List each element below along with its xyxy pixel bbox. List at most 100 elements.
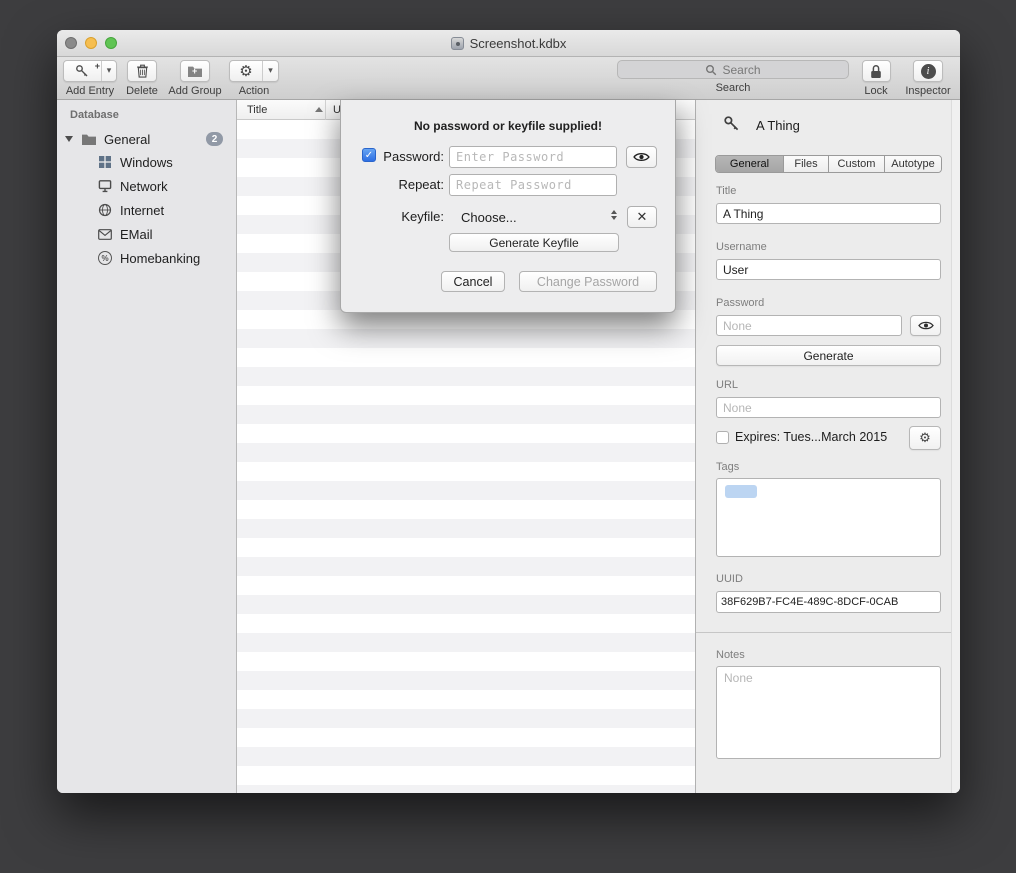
eye-icon (918, 320, 934, 331)
sidebar: Database General 2 Windows (57, 100, 237, 793)
inspector-item: i Inspector (898, 60, 958, 97)
url-field[interactable] (716, 397, 941, 418)
add-group-label: Add Group (163, 85, 227, 97)
toolbar: + ▾ Add Entry Delete (57, 57, 960, 100)
sidebar-item-label: Network (120, 179, 168, 194)
sidebar-item-homebanking[interactable]: % Homebanking (57, 248, 236, 268)
envelope-icon (98, 229, 112, 240)
close-x-icon: ✕ (637, 211, 648, 224)
sidebar-item-label: EMail (120, 227, 153, 242)
delete-item: Delete (123, 60, 161, 97)
chevron-down-icon: ▾ (268, 67, 273, 76)
generate-password-button[interactable]: Generate (716, 345, 941, 366)
tags-box[interactable] (716, 478, 941, 557)
lock-item: Lock (858, 60, 894, 97)
password-input[interactable] (449, 146, 617, 168)
username-field-label: Username (716, 241, 767, 253)
disclosure-triangle-icon[interactable] (65, 136, 73, 142)
add-entry-button[interactable]: + ▾ (63, 60, 117, 82)
clear-keyfile-button[interactable]: ✕ (627, 206, 657, 228)
tag-pill[interactable] (725, 485, 757, 498)
add-entry-item: + ▾ Add Entry (61, 60, 119, 97)
window-title: Screenshot.kdbx (470, 36, 567, 51)
title-field-label: Title (716, 185, 736, 197)
repeat-input[interactable] (449, 174, 617, 196)
inspector-button[interactable]: i (913, 60, 943, 82)
inspector-panel: A Thing General Files Custom Autotype Ti… (695, 100, 960, 793)
password-field-label: Password (716, 297, 764, 309)
repeat-label: Repeat: (341, 177, 444, 192)
lock-icon (870, 64, 882, 79)
tab-autotype[interactable]: Autotype (885, 156, 941, 172)
entry-count-badge: 2 (206, 132, 223, 146)
divider (696, 632, 960, 633)
expires-checkbox[interactable] (716, 431, 729, 444)
key-icon (723, 115, 741, 133)
delete-button[interactable] (127, 60, 157, 82)
add-entry-dropdown[interactable]: ▾ (102, 61, 116, 81)
desktop-backdrop: { "icons": { "gear": "⚙", "chevron_down"… (0, 0, 1016, 873)
notes-label: Notes (716, 649, 745, 661)
inspector-tabs: General Files Custom Autotype (715, 155, 942, 173)
change-password-button[interactable]: Change Password (519, 271, 657, 292)
notes-field[interactable]: None (716, 666, 941, 759)
folder-icon (81, 133, 97, 146)
sidebar-item-internet[interactable]: Internet (57, 200, 236, 220)
column-header-title[interactable]: Title (247, 104, 267, 116)
search-item: Search Search (617, 60, 849, 94)
eye-icon (633, 151, 650, 163)
tab-general[interactable]: General (716, 156, 784, 172)
keyfile-label: Keyfile: (341, 209, 444, 224)
plus-icon: + (95, 62, 100, 71)
change-password-dialog: No password or keyfile supplied! ✓ Passw… (340, 100, 676, 313)
window-title-area: Screenshot.kdbx (57, 30, 960, 56)
sidebar-section-header: Database (70, 109, 119, 121)
percent-coin-icon: % (98, 251, 112, 265)
info-icon: i (921, 64, 936, 79)
sort-ascending-icon (315, 107, 323, 112)
sidebar-item-network[interactable]: Network (57, 176, 236, 196)
keyfile-value: Choose... (461, 210, 517, 225)
trash-icon (136, 63, 149, 79)
action-item: ⚙ ▾ Action (229, 60, 279, 97)
add-group-button[interactable]: + (180, 60, 210, 82)
username-field[interactable] (716, 259, 941, 280)
column-divider[interactable] (325, 100, 326, 120)
inspector-label: Inspector (898, 85, 958, 97)
tab-files[interactable]: Files (784, 156, 829, 172)
tab-custom[interactable]: Custom (829, 156, 885, 172)
chevron-down-icon: ▾ (107, 67, 112, 76)
notes-placeholder: None (724, 671, 753, 685)
password-field[interactable] (716, 315, 902, 336)
reveal-password-button[interactable] (626, 146, 657, 168)
keyfile-popup[interactable]: Choose... (449, 206, 619, 228)
expires-label: Expires: Tues...March 2015 (735, 430, 887, 444)
delete-label: Delete (123, 85, 161, 97)
sidebar-item-windows[interactable]: Windows (57, 152, 236, 172)
uuid-label: UUID (716, 573, 743, 585)
gear-icon: ⚙ (919, 432, 931, 445)
titlebar[interactable]: Screenshot.kdbx (57, 30, 960, 57)
expires-settings-button[interactable]: ⚙ (909, 426, 941, 450)
sidebar-item-label: Homebanking (120, 251, 200, 266)
generate-keyfile-button[interactable]: Generate Keyfile (449, 233, 619, 252)
title-field[interactable] (716, 203, 941, 224)
lock-button[interactable] (862, 60, 891, 82)
lock-label: Lock (858, 85, 894, 97)
action-dropdown[interactable]: ▾ (263, 61, 278, 81)
inspector-scrollbar[interactable] (951, 100, 960, 793)
search-input[interactable]: Search (617, 60, 849, 79)
sidebar-item-label: Internet (120, 203, 164, 218)
cancel-button[interactable]: Cancel (441, 271, 505, 292)
popup-stepper-icon (611, 210, 617, 220)
document-proxy-icon[interactable] (451, 37, 464, 50)
search-label: Search (617, 82, 849, 94)
key-icon (75, 64, 90, 79)
sidebar-item-email[interactable]: EMail (57, 224, 236, 244)
uuid-field[interactable] (716, 591, 941, 613)
action-label: Action (229, 85, 279, 97)
reveal-password-button[interactable] (910, 315, 941, 336)
action-button[interactable]: ⚙ ▾ (229, 60, 279, 82)
sidebar-item-label: Windows (120, 155, 173, 170)
sidebar-item-general[interactable]: General 2 (57, 129, 236, 149)
